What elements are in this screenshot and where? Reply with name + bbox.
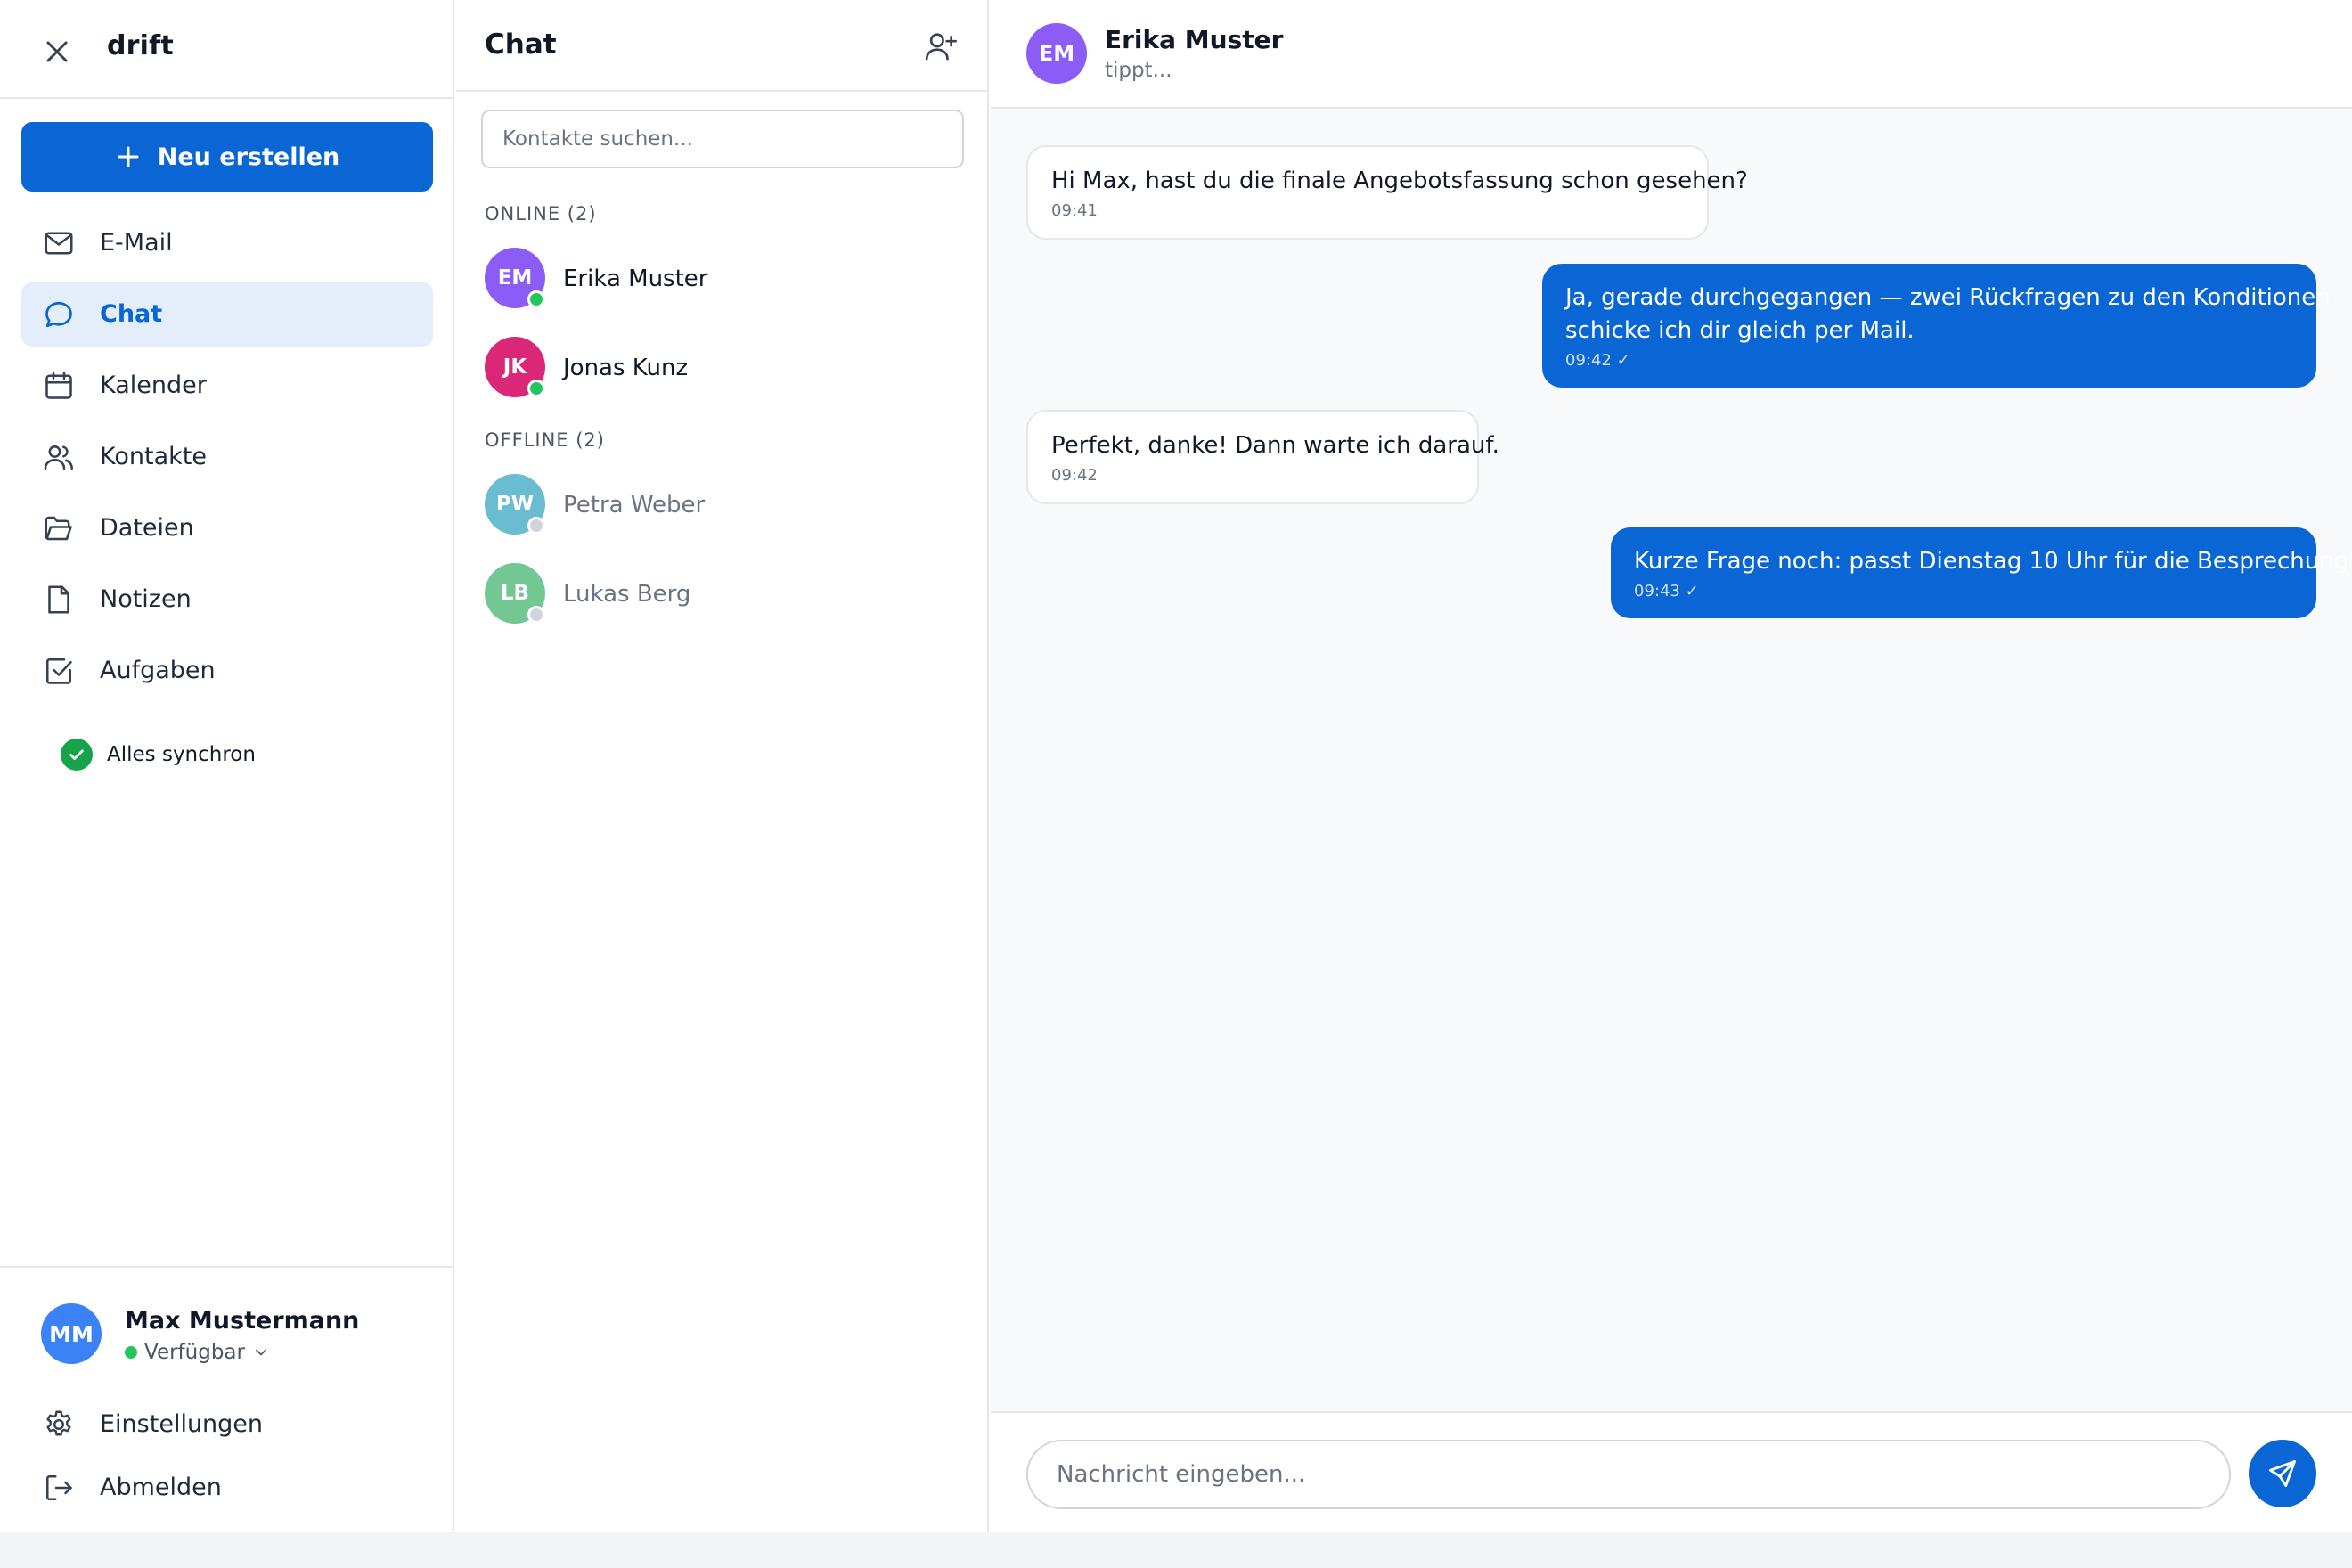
- message-text: Kurze Frage noch: passt Dienstag 10 Uhr …: [1634, 548, 2352, 575]
- avatar[interactable]: EM: [1026, 23, 1087, 84]
- message-composer: [991, 1411, 2352, 1532]
- add-contact-icon[interactable]: [923, 29, 959, 64]
- logout-label: Abmelden: [100, 1474, 222, 1501]
- sidebar: drift Neu erstellen E-Mail Chat Kalender…: [0, 0, 454, 1532]
- typing-indicator: tippt...: [1105, 59, 1172, 82]
- sidebar-item-label: Kalender: [100, 372, 207, 399]
- new-create-button[interactable]: Neu erstellen: [21, 122, 433, 192]
- sidebar-header: drift: [0, 0, 454, 99]
- sync-status: Alles synchron: [61, 739, 256, 771]
- sidebar-item-notes[interactable]: Notizen: [21, 568, 433, 632]
- message-incoming: Hi Max, hast du die finale Angebotsfassu…: [1026, 145, 1748, 240]
- sidebar-item-label: Notizen: [100, 585, 192, 613]
- sidebar-item-label: Kontakte: [100, 443, 207, 470]
- user-status-label: Verfügbar: [144, 1341, 245, 1364]
- sidebar-item-calendar[interactable]: Kalender: [21, 354, 433, 418]
- new-create-label: Neu erstellen: [157, 143, 340, 171]
- chat-header: EM Erika Muster tippt...: [991, 0, 2352, 109]
- contact-name: Petra Weber: [563, 492, 706, 519]
- calendar-icon: [43, 370, 75, 402]
- gear-icon: [43, 1409, 75, 1441]
- message-text: Ja, gerade durchgegangen — zwei Rückfrag…: [1565, 284, 2331, 311]
- contact-item[interactable]: EM Erika Muster: [456, 237, 989, 323]
- sidebar-item-email[interactable]: E-Mail: [21, 211, 433, 275]
- user-status-dropdown[interactable]: Verfügbar: [125, 1341, 270, 1364]
- user-name: Max Mustermann: [125, 1307, 360, 1335]
- plus-icon: [115, 143, 142, 170]
- sidebar-item-chat[interactable]: Chat: [21, 282, 433, 347]
- offline-dot-icon: [527, 517, 545, 535]
- sidebar-item-label: Aufgaben: [100, 657, 216, 684]
- logout-button[interactable]: Abmelden: [21, 1461, 433, 1515]
- chevron-down-icon: [252, 1343, 270, 1361]
- avatar[interactable]: MM: [41, 1303, 102, 1364]
- online-dot-icon: [527, 290, 545, 308]
- app-brand: drift: [107, 30, 174, 61]
- message-time: 09:42 ✓: [1565, 351, 1630, 370]
- settings-label: Einstellungen: [100, 1410, 264, 1438]
- contact-name: Jonas Kunz: [563, 355, 689, 381]
- contact-item[interactable]: PW Petra Weber: [456, 463, 989, 549]
- message-time: 09:41: [1051, 201, 1098, 220]
- contact-name: Lukas Berg: [563, 581, 691, 608]
- folder-icon: [43, 512, 75, 544]
- offline-dot-icon: [527, 606, 545, 624]
- contacts-header: Chat: [456, 0, 989, 92]
- message-time: 09:43 ✓: [1634, 582, 1699, 600]
- logout-icon: [43, 1472, 75, 1504]
- sidebar-footer: MM Max Mustermann Verfügbar Einstellunge…: [0, 1266, 454, 1532]
- contacts-panel: Chat ONLINE (2) EM Erika Muster JK Jonas…: [456, 0, 989, 1532]
- sync-status-label: Alles synchron: [107, 743, 256, 766]
- message-time: 09:42: [1051, 466, 1098, 485]
- users-icon: [43, 441, 75, 473]
- sidebar-item-label: E-Mail: [100, 229, 173, 257]
- message-text: schicke ich dir gleich per Mail.: [1565, 317, 1915, 344]
- send-icon: [2266, 1458, 2299, 1490]
- online-group-label: ONLINE (2): [485, 203, 597, 225]
- checkbox-icon: [43, 655, 75, 687]
- online-dot-icon: [125, 1346, 137, 1359]
- message-text: Hi Max, hast du die finale Angebotsfassu…: [1051, 167, 1748, 194]
- message-input[interactable]: [1026, 1440, 2231, 1509]
- chat-panel: EM Erika Muster tippt... Hi Max, hast du…: [991, 0, 2352, 1532]
- message-outgoing: Kurze Frage noch: passt Dienstag 10 Uhr …: [1611, 527, 2352, 618]
- sidebar-item-label: Chat: [100, 300, 163, 328]
- sidebar-item-files[interactable]: Dateien: [21, 496, 433, 560]
- chat-bubble-icon: [43, 298, 75, 331]
- message-incoming: Perfekt, danke! Dann warte ich darauf. 0…: [1026, 410, 1499, 504]
- message-text: Perfekt, danke! Dann warte ich darauf.: [1051, 432, 1499, 459]
- send-button[interactable]: [2249, 1440, 2316, 1507]
- sidebar-item-label: Dateien: [100, 514, 194, 542]
- message-outgoing: Ja, gerade durchgegangen — zwei Rückfrag…: [1542, 264, 2331, 388]
- settings-button[interactable]: Einstellungen: [21, 1398, 433, 1451]
- contact-search-input[interactable]: [481, 110, 964, 168]
- sidebar-nav: E-Mail Chat Kalender Kontakte Dateien No…: [21, 211, 433, 710]
- mail-icon: [43, 227, 75, 259]
- app-window: drift Neu erstellen E-Mail Chat Kalender…: [0, 0, 2352, 1532]
- contact-item[interactable]: LB Lukas Berg: [456, 552, 989, 638]
- chat-partner-name: Erika Muster: [1105, 25, 1284, 54]
- sidebar-item-tasks[interactable]: Aufgaben: [21, 639, 433, 703]
- check-circle-icon: [61, 739, 93, 771]
- contact-item[interactable]: JK Jonas Kunz: [456, 326, 989, 412]
- note-icon: [43, 584, 75, 616]
- close-icon[interactable]: [39, 34, 75, 69]
- online-dot-icon: [527, 380, 545, 397]
- offline-group-label: OFFLINE (2): [485, 429, 605, 451]
- panel-title: Chat: [485, 29, 557, 61]
- contact-name: Erika Muster: [563, 265, 708, 292]
- sidebar-item-contacts[interactable]: Kontakte: [21, 425, 433, 489]
